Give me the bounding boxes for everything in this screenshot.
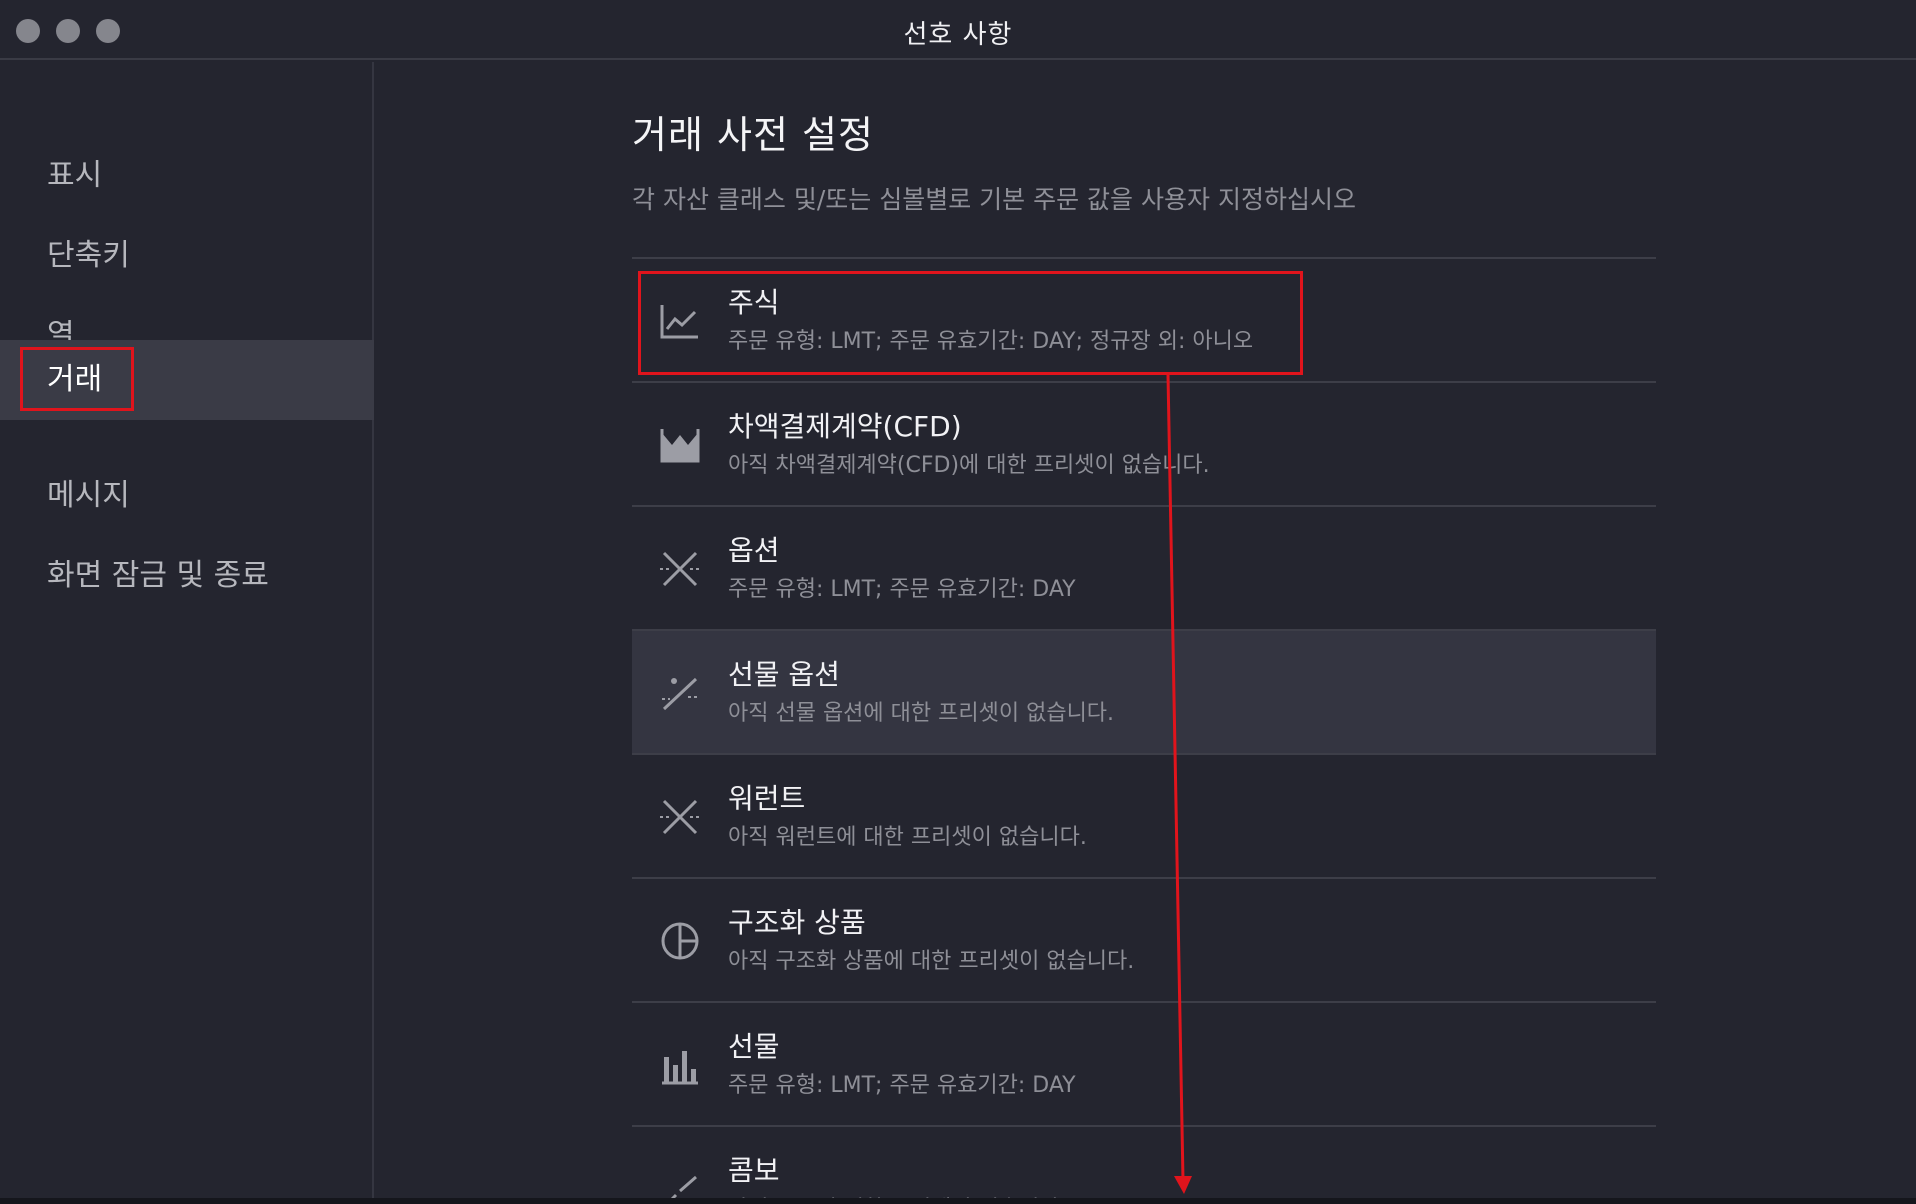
warrant-cross-icon [658,795,702,839]
sidebar-item-trading[interactable]: 거래 [0,340,374,420]
row-title: 구조화 상품 [728,906,866,939]
preset-row-futures-options[interactable]: 선물 옵션 아직 선물 옵션에 대한 프리셋이 없습니다. [632,631,1656,755]
row-title: 선물 옵션 [728,658,840,691]
pie-chart-icon [658,919,702,963]
row-description: 아직 선물 옵션에 대한 프리셋이 없습니다. [728,701,1115,726]
page-title: 거래 사전 설정 [632,113,874,157]
options-cross-icon [658,547,702,591]
row-description: 아직 차액결제계약(CFD)에 대한 프리셋이 없습니다. [728,453,1210,478]
row-title: 워런트 [728,782,806,815]
preset-row-cfd[interactable]: 차액결제계약(CFD) 아직 차액결제계약(CFD)에 대한 프리셋이 없습니다… [632,383,1656,507]
title-bar: 선호 사항 [0,0,1916,60]
row-description: 주문 유형: LMT; 주문 유효기간: DAY [728,1073,1076,1098]
highlight-box [20,347,134,411]
preset-row-warrants[interactable]: 워런트 아직 워런트에 대한 프리셋이 없습니다. [632,755,1656,879]
row-description: 아직 구조화 상품에 대한 프리셋이 없습니다. [728,949,1135,974]
stocks-highlight-box [638,271,1303,375]
sidebar: 표시 단축키 열 거래 메시지 화면 잠금 및 종료 [0,62,374,1198]
preset-row-combo[interactable]: 콤보 아직 콤보에 대한 프리셋이 없습니다. [632,1127,1656,1204]
futures-options-icon [658,671,702,715]
sidebar-item-display[interactable]: 표시 [0,136,374,216]
row-title: 차액결제계약(CFD) [728,410,962,443]
row-description: 주문 유형: LMT; 주문 유효기간: DAY [728,577,1076,602]
crown-chart-icon [658,423,702,467]
window-bottom-edge [0,1198,1916,1204]
preset-row-options[interactable]: 옵션 주문 유형: LMT; 주문 유효기간: DAY [632,507,1656,631]
sidebar-item-shortcuts[interactable]: 단축키 [0,216,374,296]
sidebar-item-lock-and-exit[interactable]: 화면 잠금 및 종료 [0,536,374,616]
page-subtitle: 각 자산 클래스 및/또는 심볼별로 기본 주문 값을 사용자 지정하십시오 [632,185,1356,214]
row-title: 콤보 [728,1154,780,1187]
row-title: 선물 [728,1030,780,1063]
preset-row-futures[interactable]: 선물 주문 유형: LMT; 주문 유효기간: DAY [632,1003,1656,1127]
sidebar-item-messages[interactable]: 메시지 [0,456,374,536]
row-title: 옵션 [728,534,780,567]
preferences-window: 선호 사항 표시 단축키 열 거래 메시지 화면 잠금 및 종료 거래 사전 설… [0,0,1916,1204]
row-description: 아직 워런트에 대한 프리셋이 없습니다. [728,825,1087,850]
window-title: 선호 사항 [903,20,1013,50]
preset-row-structured-products[interactable]: 구조화 상품 아직 구조화 상품에 대한 프리셋이 없습니다. [632,879,1656,1003]
bar-chart-icon [658,1043,702,1087]
